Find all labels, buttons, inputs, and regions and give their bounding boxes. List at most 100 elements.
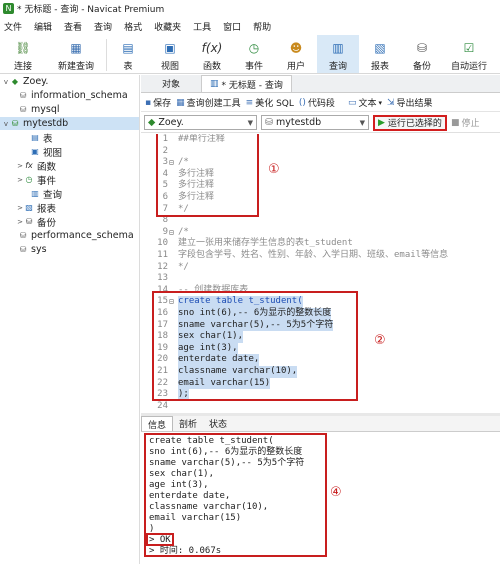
snippet-icon: (): [298, 97, 306, 108]
chevron-right-icon[interactable]: >: [16, 176, 24, 184]
window-title: * 无标题 - 查询 - Navicat Premium: [17, 5, 165, 15]
text-icon: ▭: [347, 97, 357, 108]
run-selected-button[interactable]: ▶ 运行已选择的: [373, 114, 447, 131]
menu-tools[interactable]: 工具: [189, 20, 219, 33]
database-icon: ⛁: [19, 91, 27, 100]
event-button[interactable]: ◷ 事件: [233, 35, 275, 73]
menu-view[interactable]: 查看: [60, 20, 90, 33]
annotation-marker-4: ④: [330, 485, 342, 500]
ok-highlight-box: [146, 533, 174, 546]
tree-item-database[interactable]: ⛁ information_schema: [0, 89, 139, 102]
tree-item-tables[interactable]: ▤ 表: [0, 131, 139, 145]
backup-button[interactable]: ⛁ 备份: [401, 35, 443, 73]
user-button[interactable]: ☻ 用户: [275, 35, 317, 73]
database-select[interactable]: ⛁ mytestdb ▼: [261, 115, 369, 130]
report-icon: ▧: [374, 41, 386, 55]
line-number: 24: [157, 400, 168, 411]
tab-objects[interactable]: 对象: [141, 75, 201, 92]
tab-profile[interactable]: 剖析: [173, 416, 203, 431]
annotation-marker-2: ②: [374, 333, 386, 348]
annotation-box-1: [156, 134, 259, 217]
connect-icon: ⛓: [15, 41, 31, 55]
chevron-right-icon[interactable]: >: [16, 218, 24, 226]
tree-item-views[interactable]: ▣ 视图: [0, 145, 139, 159]
query-toolbar: ▪ 保存 ▦ 查询创建工具 ≡ 美化 SQL () 代码段 ▭ 文本 ▾ ⇲ 导出结果: [141, 94, 500, 112]
result-message-panel: create table t_student( sno int(6),-- 6为…: [141, 433, 500, 564]
document-tabs: 对象 ▥ * 无标题 - 查询: [141, 75, 500, 93]
new-query-button[interactable]: ▦ 新建查询: [46, 35, 106, 73]
annotation-box-2: [152, 291, 358, 401]
tree-item-queries[interactable]: ▥ 查询: [0, 187, 139, 201]
export-icon: ⇲: [386, 97, 395, 108]
query-icon: ▥: [332, 41, 344, 55]
chevron-right-icon[interactable]: >: [16, 204, 24, 212]
tree-item-events[interactable]: > ◷ 事件: [0, 173, 139, 187]
report-button[interactable]: ▧ 报表: [359, 35, 401, 73]
chevron-down-icon[interactable]: v: [2, 78, 10, 86]
stop-button[interactable]: ■ 停止: [451, 116, 480, 130]
view-button[interactable]: ▣ 视图: [149, 35, 191, 73]
tree-item-reports[interactable]: > ▧ 报表: [0, 201, 139, 215]
user-icon: ☻: [289, 41, 303, 55]
main-toolbar: ⛓ 连接 ▦ 新建查询 ▤ 表 ▣ 视图 f(x) 函数 ◷ 事件 ☻ 用户 ▥…: [0, 35, 500, 74]
chevron-down-icon: ▾: [378, 98, 382, 107]
text-button[interactable]: ▭ 文本 ▾: [347, 96, 382, 110]
menu-favorites[interactable]: 收藏夹: [150, 20, 189, 33]
tree-item-database[interactable]: ⛁ mysql: [0, 103, 139, 116]
query-button[interactable]: ▥ 查询: [317, 35, 359, 73]
tab-message[interactable]: 信息: [141, 416, 174, 431]
line-number: 12: [157, 261, 168, 272]
menu-query[interactable]: 查询: [90, 20, 120, 33]
menu-help[interactable]: 帮助: [249, 20, 279, 33]
table-icon: ▤: [122, 41, 134, 55]
view-icon: ▣: [164, 41, 176, 55]
code-line: 字段包含学号、姓名、性别、年龄、入学日期、班级、email等信息: [178, 250, 449, 260]
function-button[interactable]: f(x) 函数: [191, 35, 233, 73]
backup-icon: ⛁: [416, 41, 428, 55]
tab-query[interactable]: ▥ * 无标题 - 查询: [201, 75, 292, 92]
connection-icon: ◆: [148, 117, 156, 128]
view-icon: ▣: [31, 147, 39, 156]
database-icon: ⛁: [19, 105, 27, 114]
code-line: */: [178, 261, 189, 272]
sql-editor[interactable]: 1 2 3 4 5 6 7 8 9 10 11 12 13 14 15 16 1…: [141, 134, 500, 413]
autorun-button[interactable]: ☑ 自动运行: [443, 35, 495, 73]
tree-item-connection[interactable]: v ◆ Zoey.: [0, 75, 139, 88]
connection-icon: ◆: [11, 77, 19, 86]
tree-item-functions[interactable]: > fx 函数: [0, 159, 139, 173]
menu-edit[interactable]: 编辑: [30, 20, 60, 33]
tree-item-backups[interactable]: > ⛁ 备份: [0, 215, 139, 229]
code-snippet-button[interactable]: () 代码段: [298, 96, 335, 110]
chevron-right-icon[interactable]: >: [16, 162, 24, 170]
query-builder-icon: ▦: [176, 97, 185, 108]
export-results-button[interactable]: ⇲ 导出结果: [386, 96, 433, 110]
query-builder-button[interactable]: ▦ 查询创建工具: [176, 96, 241, 110]
menu-format[interactable]: 格式: [120, 20, 150, 33]
tree-item-database[interactable]: ⛁ sys: [0, 243, 139, 256]
database-icon: ⛁: [265, 117, 273, 128]
code-line: 建立一张用来储存学生信息的表t_student: [178, 238, 353, 249]
fold-toggle-icon[interactable]: ⊟: [169, 227, 177, 239]
connect-button[interactable]: ⛓ 连接: [0, 35, 46, 73]
tree-item-database-selected[interactable]: v ⛁ mytestdb: [0, 117, 139, 130]
new-query-icon: ▦: [70, 41, 82, 55]
menu-window[interactable]: 窗口: [219, 20, 249, 33]
server-select[interactable]: ◆ Zoey. ▼: [144, 115, 257, 130]
tab-status[interactable]: 状态: [203, 416, 233, 431]
chevron-down-icon[interactable]: v: [2, 120, 10, 128]
annotation-marker-1: ①: [268, 162, 280, 177]
save-icon: ▪: [145, 97, 152, 108]
beautify-sql-button[interactable]: ≡ 美化 SQL: [245, 96, 294, 110]
chevron-down-icon: ▼: [359, 118, 365, 127]
database-icon: ⛁: [11, 119, 19, 128]
menu-file[interactable]: 文件: [0, 20, 30, 33]
table-button[interactable]: ▤ 表: [107, 35, 149, 73]
event-icon: ◷: [25, 175, 33, 184]
line-number: 10: [157, 238, 168, 249]
navicat-app-icon: N: [3, 3, 14, 14]
save-button[interactable]: ▪ 保存: [145, 96, 171, 110]
tree-item-database[interactable]: ⛁ performance_schema: [0, 229, 139, 242]
beautify-icon: ≡: [245, 97, 254, 108]
table-icon: ▤: [31, 133, 39, 142]
menu-bar: 文件 编辑 查看 查询 格式 收藏夹 工具 窗口 帮助: [0, 18, 500, 34]
